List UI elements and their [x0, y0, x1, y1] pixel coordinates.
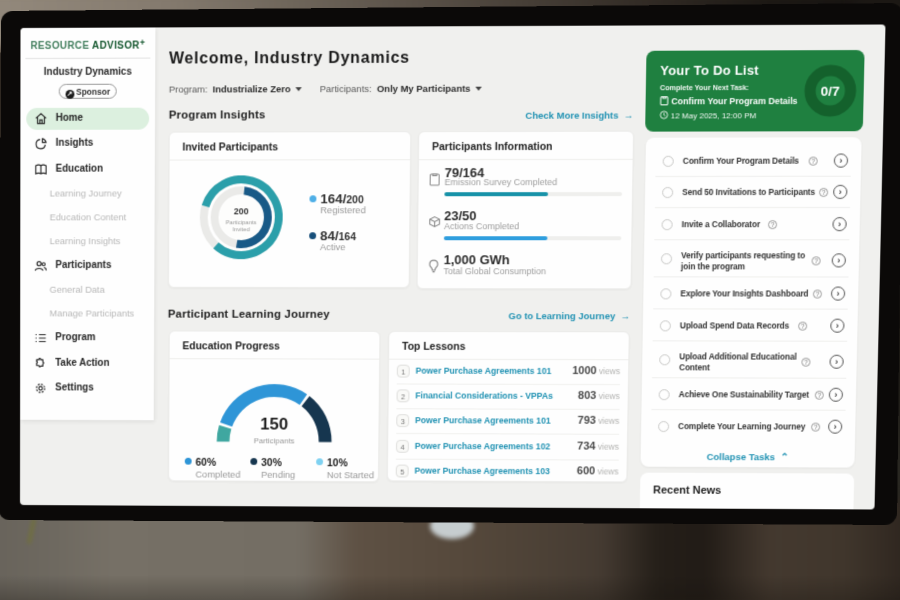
svg-text:Invited: Invited — [232, 227, 249, 233]
svg-text:0/7: 0/7 — [821, 84, 840, 99]
svg-text:Participants: Participants — [254, 437, 295, 446]
svg-text:150: 150 — [260, 415, 288, 434]
svg-text:200: 200 — [234, 206, 249, 216]
svg-text:Participants: Participants — [226, 220, 257, 226]
